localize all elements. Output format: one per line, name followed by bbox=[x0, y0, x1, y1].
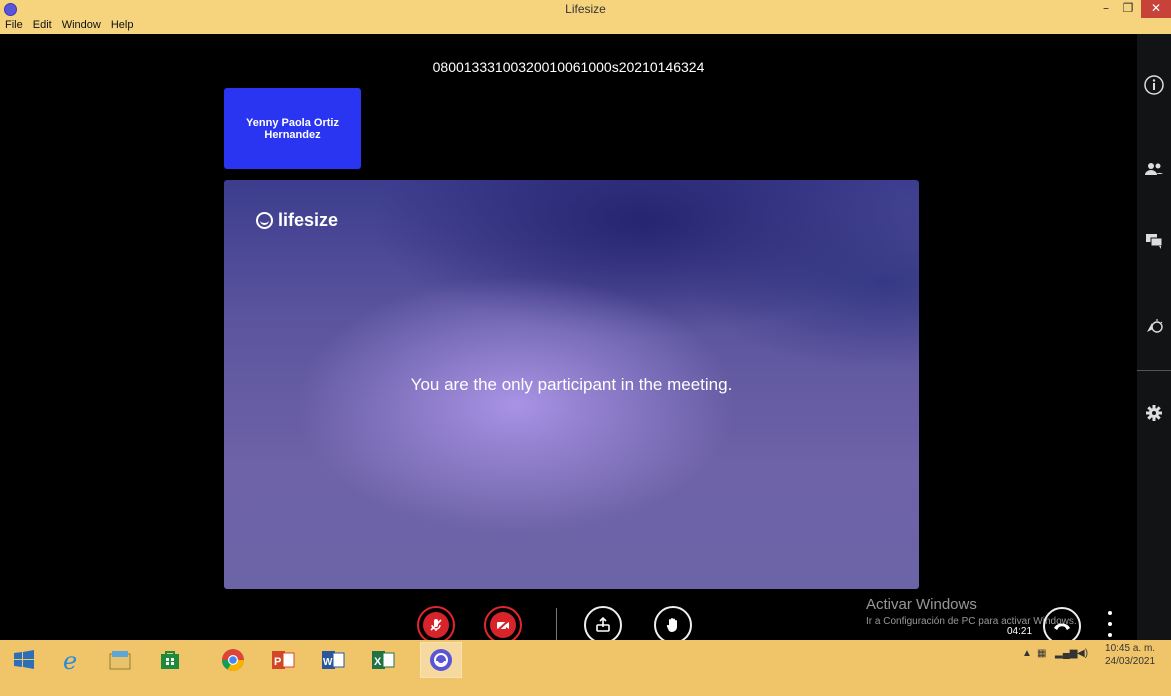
window-title: Lifesize bbox=[565, 2, 606, 16]
network-icon[interactable]: ▦ bbox=[1037, 648, 1046, 659]
camera-button[interactable] bbox=[484, 606, 522, 644]
svg-text:P: P bbox=[274, 656, 281, 668]
rail-divider bbox=[1137, 370, 1171, 371]
meeting-id: 08001333100320010061000s20210146324 bbox=[432, 59, 705, 75]
volume-icon[interactable]: ◀) bbox=[1077, 648, 1088, 659]
mute-mic-button[interactable] bbox=[417, 606, 455, 644]
menu-file[interactable]: File bbox=[5, 19, 23, 34]
minimize-button[interactable]: – bbox=[1095, 0, 1117, 18]
share-screen-icon bbox=[596, 616, 610, 632]
taskbar-lifesize[interactable] bbox=[420, 642, 462, 678]
mic-muted-icon bbox=[430, 619, 442, 631]
chat-button[interactable] bbox=[1137, 226, 1171, 256]
windows-taskbar: e P W X ▲ ▦ ▂▄▆ ◀) 10:45 a. m. 24/03/202… bbox=[0, 640, 1171, 696]
participants-icon bbox=[1145, 163, 1163, 175]
camera-off-icon bbox=[496, 619, 510, 632]
title-bar: Lifesize – ❐ ✕ File Edit Window Help bbox=[0, 0, 1171, 34]
menu-bar: File Edit Window Help bbox=[0, 19, 133, 34]
right-sidebar bbox=[1137, 34, 1171, 640]
info-icon bbox=[1144, 75, 1164, 95]
menu-edit[interactable]: Edit bbox=[33, 19, 52, 34]
logo-text: lifesize bbox=[278, 210, 339, 230]
reactions-button[interactable] bbox=[1137, 312, 1171, 342]
menu-window[interactable]: Window bbox=[62, 19, 101, 34]
taskbar-store[interactable] bbox=[150, 643, 190, 677]
only-participant-message: You are the only participant in the meet… bbox=[410, 375, 733, 394]
meeting-stage: 08001333100320010061000s20210146324 Yenn… bbox=[0, 34, 1137, 645]
hangup-icon bbox=[1054, 623, 1070, 630]
settings-icon bbox=[1146, 405, 1162, 421]
controls-divider bbox=[556, 608, 557, 640]
participants-button[interactable] bbox=[1137, 154, 1171, 184]
participant-name: Yenny Paola Ortiz Hernandez bbox=[246, 116, 339, 141]
clock-date: 24/03/2021 bbox=[1105, 656, 1156, 667]
signal-icon[interactable]: ▂▄▆ bbox=[1055, 648, 1077, 659]
menu-help[interactable]: Help bbox=[111, 19, 134, 34]
taskbar-internet-explorer[interactable]: e bbox=[52, 643, 92, 677]
chat-icon bbox=[1146, 234, 1163, 249]
taskbar-clock[interactable]: 10:45 a. m. 24/03/2021 bbox=[1105, 642, 1155, 668]
svg-text:X: X bbox=[374, 656, 382, 668]
clock-time: 10:45 a. m. bbox=[1105, 643, 1156, 654]
more-vertical-icon bbox=[1108, 611, 1112, 615]
svg-text:W: W bbox=[323, 657, 333, 668]
info-button[interactable] bbox=[1137, 70, 1171, 100]
tray-expand-icon[interactable]: ▲ bbox=[1022, 648, 1032, 659]
excel-icon: X bbox=[372, 651, 395, 669]
file-explorer-icon bbox=[109, 651, 131, 670]
store-icon bbox=[161, 651, 179, 669]
lifesize-logo-icon bbox=[256, 212, 273, 229]
lifesize-icon bbox=[430, 649, 452, 671]
raise-hand-icon bbox=[666, 618, 677, 633]
raise-hand-button[interactable] bbox=[654, 606, 692, 644]
maximize-button[interactable]: ❐ bbox=[1117, 0, 1139, 18]
internet-explorer-icon: e bbox=[63, 647, 77, 673]
chrome-icon bbox=[222, 649, 244, 671]
participant-tile[interactable]: Yenny Paola Ortiz Hernandez bbox=[224, 88, 361, 169]
more-options-button[interactable] bbox=[1105, 611, 1115, 637]
word-icon: W bbox=[322, 651, 345, 669]
settings-button[interactable] bbox=[1137, 398, 1171, 428]
watermark-title: Activar Windows bbox=[866, 596, 977, 613]
windows-start-icon bbox=[14, 650, 34, 669]
svg-text:e: e bbox=[63, 647, 77, 673]
taskbar-powerpoint[interactable]: P bbox=[263, 643, 303, 677]
taskbar-excel[interactable]: X bbox=[363, 643, 403, 677]
call-timer: 04:21 bbox=[1007, 626, 1033, 637]
taskbar-file-explorer[interactable] bbox=[100, 643, 140, 677]
reactions-icon bbox=[1147, 319, 1163, 333]
taskbar-chrome[interactable] bbox=[213, 643, 253, 677]
powerpoint-icon: P bbox=[272, 651, 295, 669]
close-button[interactable]: ✕ bbox=[1141, 0, 1171, 18]
main-video: lifesize You are the only participant in… bbox=[224, 180, 919, 589]
start-button[interactable] bbox=[4, 643, 44, 677]
taskbar-word[interactable]: W bbox=[313, 643, 353, 677]
lifesize-logo: lifesize bbox=[256, 210, 338, 231]
share-screen-button[interactable] bbox=[584, 606, 622, 644]
